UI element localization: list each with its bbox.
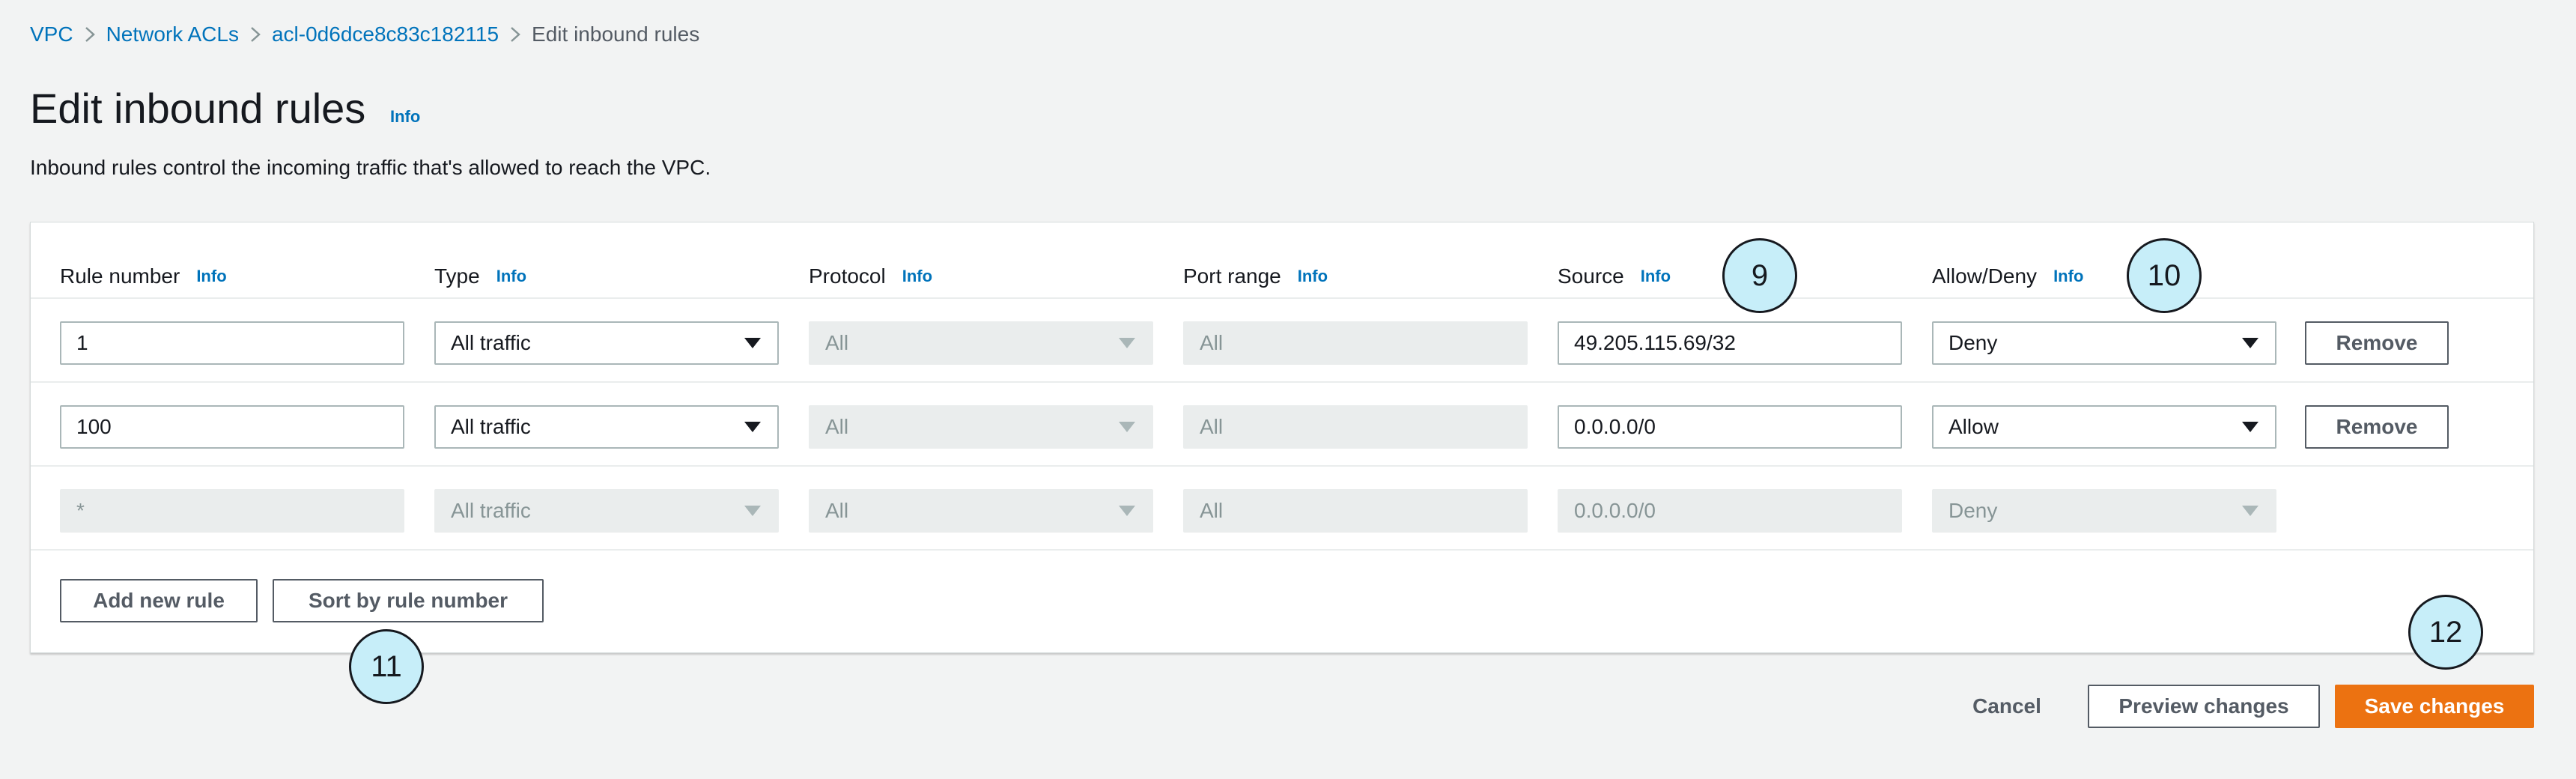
allow-deny-select[interactable]: Allow bbox=[1932, 405, 2276, 449]
port-range-info-link[interactable]: Info bbox=[1298, 267, 1328, 286]
caret-down-icon bbox=[2242, 338, 2258, 348]
breadcrumb-current: Edit inbound rules bbox=[532, 22, 700, 46]
type-info-link[interactable]: Info bbox=[496, 267, 526, 286]
rule-number-input[interactable]: 1 bbox=[60, 321, 404, 365]
save-changes-button[interactable]: Save changes bbox=[2335, 685, 2534, 728]
protocol-select: All bbox=[809, 405, 1153, 449]
chevron-right-icon bbox=[239, 26, 272, 43]
annotation-badge-12: 12 bbox=[2408, 595, 2483, 670]
rule-number-info-link[interactable]: Info bbox=[196, 267, 226, 286]
port-range-input: All bbox=[1183, 405, 1528, 449]
caret-down-icon bbox=[744, 338, 761, 348]
allow-deny-select: Deny bbox=[1932, 489, 2276, 533]
allow-deny-select[interactable]: Deny bbox=[1932, 321, 2276, 365]
caret-down-icon bbox=[744, 422, 761, 432]
breadcrumb-acl-link[interactable]: acl-0d6dce8c83c182115 bbox=[272, 22, 499, 46]
column-header-port-range: Port range Info bbox=[1183, 264, 1328, 288]
column-header-protocol: Protocol Info bbox=[809, 264, 933, 288]
caret-down-icon bbox=[744, 506, 761, 516]
preview-changes-button[interactable]: Preview changes bbox=[2088, 685, 2320, 728]
annotation-badge-11: 11 bbox=[349, 629, 424, 704]
source-input[interactable]: 0.0.0.0/0 bbox=[1558, 405, 1902, 449]
type-select: All traffic bbox=[434, 489, 779, 533]
title-info-link[interactable]: Info bbox=[390, 107, 420, 127]
annotation-badge-10: 10 bbox=[2127, 238, 2202, 313]
protocol-select: All bbox=[809, 321, 1153, 365]
source-info-link[interactable]: Info bbox=[1641, 267, 1671, 286]
caret-down-icon bbox=[1119, 506, 1135, 516]
page-description: Inbound rules control the incoming traff… bbox=[30, 156, 711, 179]
chevron-right-icon bbox=[499, 26, 532, 43]
add-new-rule-button[interactable]: Add new rule bbox=[60, 579, 258, 622]
breadcrumb-network-acls-link[interactable]: Network ACLs bbox=[106, 22, 239, 46]
sort-by-rule-number-button[interactable]: Sort by rule number bbox=[273, 579, 544, 622]
chevron-right-icon bbox=[73, 26, 106, 43]
type-select[interactable]: All traffic bbox=[434, 321, 779, 365]
column-header-rule-number: Rule number Info bbox=[60, 264, 227, 288]
caret-down-icon bbox=[2242, 422, 2258, 432]
source-input: 0.0.0.0/0 bbox=[1558, 489, 1902, 533]
protocol-select: All bbox=[809, 489, 1153, 533]
caret-down-icon bbox=[2242, 506, 2258, 516]
source-input[interactable]: 49.205.115.69/32 bbox=[1558, 321, 1902, 365]
breadcrumb-vpc-link[interactable]: VPC bbox=[30, 22, 73, 46]
remove-button[interactable]: Remove bbox=[2305, 405, 2449, 449]
page-title: Edit inbound rules bbox=[30, 85, 366, 132]
port-range-input: All bbox=[1183, 489, 1528, 533]
column-header-source: Source Info bbox=[1558, 264, 1671, 288]
annotation-badge-9: 9 bbox=[1722, 238, 1797, 313]
caret-down-icon bbox=[1119, 338, 1135, 348]
column-header-allow-deny: Allow/Deny Info bbox=[1932, 264, 2084, 288]
allow-deny-info-link[interactable]: Info bbox=[2053, 267, 2083, 286]
rule-number-input: * bbox=[60, 489, 404, 533]
breadcrumb: VPC Network ACLs acl-0d6dce8c83c182115 E… bbox=[30, 21, 699, 48]
caret-down-icon bbox=[1119, 422, 1135, 432]
row-divider bbox=[31, 549, 2533, 551]
row-divider bbox=[31, 465, 2533, 467]
type-select[interactable]: All traffic bbox=[434, 405, 779, 449]
remove-button[interactable]: Remove bbox=[2305, 321, 2449, 365]
row-divider bbox=[31, 381, 2533, 383]
cancel-button[interactable]: Cancel bbox=[1954, 685, 2059, 728]
column-header-type: Type Info bbox=[434, 264, 527, 288]
protocol-info-link[interactable]: Info bbox=[902, 267, 932, 286]
port-range-input: All bbox=[1183, 321, 1528, 365]
rule-number-input[interactable]: 100 bbox=[60, 405, 404, 449]
